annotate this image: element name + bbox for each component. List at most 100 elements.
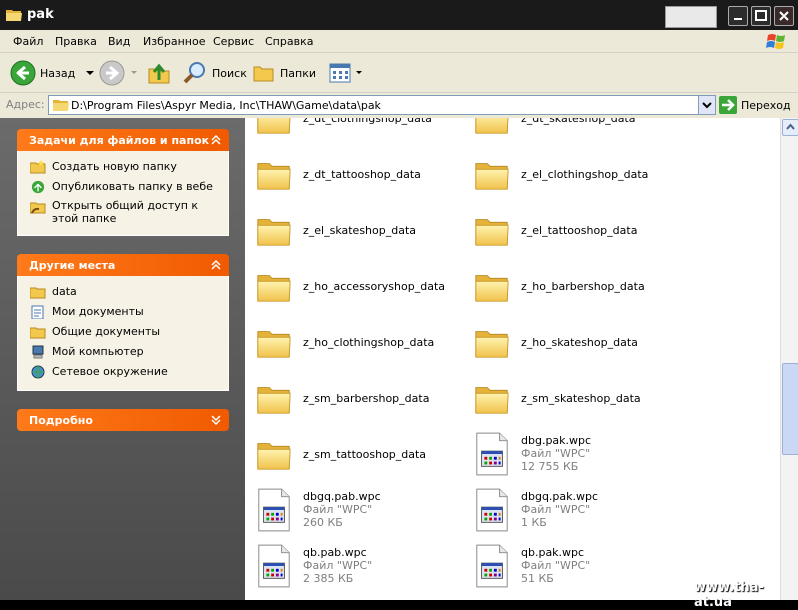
views-icon <box>329 63 351 83</box>
menu-tools[interactable]: Сервис <box>213 35 254 48</box>
folder-icon <box>473 322 511 362</box>
list-item[interactable]: qb.pak.wpc Файл "WPC" 51 КБ <box>473 543 673 593</box>
list-item[interactable]: z_ho_clothingshop_data <box>255 322 455 372</box>
details-header[interactable]: Подробно <box>17 409 229 431</box>
item-name: dbgq.pab.wpc <box>303 490 381 503</box>
collapse-icon[interactable] <box>209 258 223 272</box>
go-button[interactable]: Переход <box>719 95 791 115</box>
maximize-button[interactable] <box>751 6 771 26</box>
place-network-label: Сетевое окружение <box>52 365 168 378</box>
shared-folder-icon <box>30 327 46 339</box>
task-new-folder-label: Создать новую папку <box>52 160 177 173</box>
address-dropdown-button[interactable] <box>698 96 715 114</box>
maximize-icon <box>755 10 767 21</box>
list-item[interactable]: z_ho_skateshop_data <box>473 322 673 372</box>
forward-button[interactable] <box>99 59 139 87</box>
item-name: z_dt_skateshop_data <box>521 118 636 125</box>
scroll-up-button[interactable] <box>782 119 798 136</box>
back-button[interactable]: Назад <box>10 59 96 87</box>
place-data[interactable]: data <box>18 282 228 302</box>
item-type: Файл "WPC" <box>303 559 373 572</box>
scroll-thumb[interactable] <box>782 363 798 455</box>
explorer-window: pak Файл Правка Вид Избранное Сервис Спр… <box>0 0 798 610</box>
item-name: z_sm_skateshop_data <box>521 392 641 405</box>
search-button[interactable]: Поиск <box>182 59 247 87</box>
task-publish-web[interactable]: Опубликовать папку в вебе <box>18 177 228 197</box>
close-icon <box>779 11 789 21</box>
other-places-body: data Мои документы Общие документы Мой к… <box>17 276 229 391</box>
item-name: z_dt_clothingshop_data <box>303 118 432 125</box>
file-list[interactable]: z_dt_clothingshop_data z_dt_skateshop_da… <box>245 118 780 600</box>
menu-favorites[interactable]: Избранное <box>143 35 205 48</box>
folder-icon <box>473 118 511 138</box>
go-arrow-icon <box>719 96 737 114</box>
place-shared-documents[interactable]: Общие документы <box>18 322 228 342</box>
address-input[interactable]: D:\Program Files\Aspyr Media, Inc\THAW\G… <box>48 95 716 115</box>
minimize-button[interactable] <box>728 6 748 26</box>
list-item[interactable]: z_sm_tattooshop_data <box>255 434 455 484</box>
other-places-title: Другие места <box>29 259 116 272</box>
list-item[interactable]: z_dt_clothingshop_data <box>255 118 455 148</box>
item-size: 2 385 КБ <box>303 572 354 585</box>
network-icon <box>31 365 45 379</box>
place-my-documents-label: Мои документы <box>52 305 144 318</box>
other-places-header[interactable]: Другие места <box>17 254 229 276</box>
list-item[interactable]: dbgq.pak.wpc Файл "WPC" 1 КБ <box>473 487 673 537</box>
address-label: Адрес: <box>6 98 45 111</box>
place-network[interactable]: Сетевое окружение <box>18 362 228 382</box>
list-item[interactable]: z_ho_accessoryshop_data <box>255 266 455 316</box>
list-item[interactable]: z_dt_skateshop_data <box>473 118 673 148</box>
item-name: z_el_clothingshop_data <box>521 168 649 181</box>
place-my-documents[interactable]: Мои документы <box>18 302 228 322</box>
item-size: 51 КБ <box>521 572 554 585</box>
item-size: 1 КБ <box>521 516 547 529</box>
views-button[interactable] <box>328 59 364 87</box>
up-folder-button[interactable] <box>146 59 172 87</box>
vertical-scrollbar[interactable] <box>780 118 798 600</box>
back-label: Назад <box>40 66 76 80</box>
folder-icon <box>473 154 511 194</box>
details-panel: Подробно <box>17 409 229 431</box>
tasks-panel-header[interactable]: Задачи для файлов и папок <box>17 129 229 151</box>
close-button[interactable] <box>774 6 794 26</box>
item-type: Файл "WPC" <box>521 503 591 516</box>
menu-file[interactable]: Файл <box>13 35 43 48</box>
list-item[interactable]: z_el_clothingshop_data <box>473 154 673 204</box>
list-item[interactable]: z_el_skateshop_data <box>255 210 455 260</box>
place-my-computer[interactable]: Мой компьютер <box>18 342 228 362</box>
item-type: Файл "WPC" <box>303 503 373 516</box>
list-item[interactable]: z_el_tattooshop_data <box>473 210 673 260</box>
collapse-icon[interactable] <box>209 133 223 147</box>
folders-button[interactable]: Папки <box>252 59 316 87</box>
list-item[interactable]: dbgq.pab.wpc Файл "WPC" 260 КБ <box>255 487 455 537</box>
task-pane: Задачи для файлов и папок Создать новую … <box>0 118 245 600</box>
item-name: qb.pak.wpc <box>521 546 585 559</box>
menu-help[interactable]: Справка <box>265 35 313 48</box>
place-shared-documents-label: Общие документы <box>52 325 161 338</box>
item-name: dbg.pak.wpc <box>521 434 592 447</box>
list-item[interactable]: z_ho_barbershop_data <box>473 266 673 316</box>
menu-view[interactable]: Вид <box>108 35 130 48</box>
list-item[interactable]: z_sm_skateshop_data <box>473 378 673 428</box>
title-blank-box <box>665 6 717 28</box>
list-item[interactable]: qb.pab.wpc Файл "WPC" 2 385 КБ <box>255 543 455 593</box>
task-share-folder[interactable]: Открыть общий доступ к этой папке <box>18 197 228 227</box>
place-my-computer-label: Мой компьютер <box>52 345 144 358</box>
item-name: z_ho_skateshop_data <box>521 336 638 349</box>
publish-web-icon <box>31 180 45 194</box>
chevron-up-icon <box>786 123 795 130</box>
item-type: Файл "WPC" <box>521 559 591 572</box>
share-folder-icon <box>30 202 46 214</box>
toolbar: Назад Поиск Папки <box>0 53 798 93</box>
folder-icon <box>473 210 511 250</box>
list-item[interactable]: dbg.pak.wpc Файл "WPC" 12 755 КБ <box>473 431 673 481</box>
list-item[interactable]: z_sm_barbershop_data <box>255 378 455 428</box>
folder-icon <box>255 378 293 418</box>
item-name: z_el_skateshop_data <box>303 224 417 237</box>
task-new-folder[interactable]: Создать новую папку <box>18 157 228 177</box>
menu-edit[interactable]: Правка <box>55 35 97 48</box>
folder-icon <box>255 322 293 362</box>
wpc-file-icon <box>473 487 511 533</box>
expand-icon[interactable] <box>209 413 223 427</box>
list-item[interactable]: z_dt_tattooshop_data <box>255 154 455 204</box>
